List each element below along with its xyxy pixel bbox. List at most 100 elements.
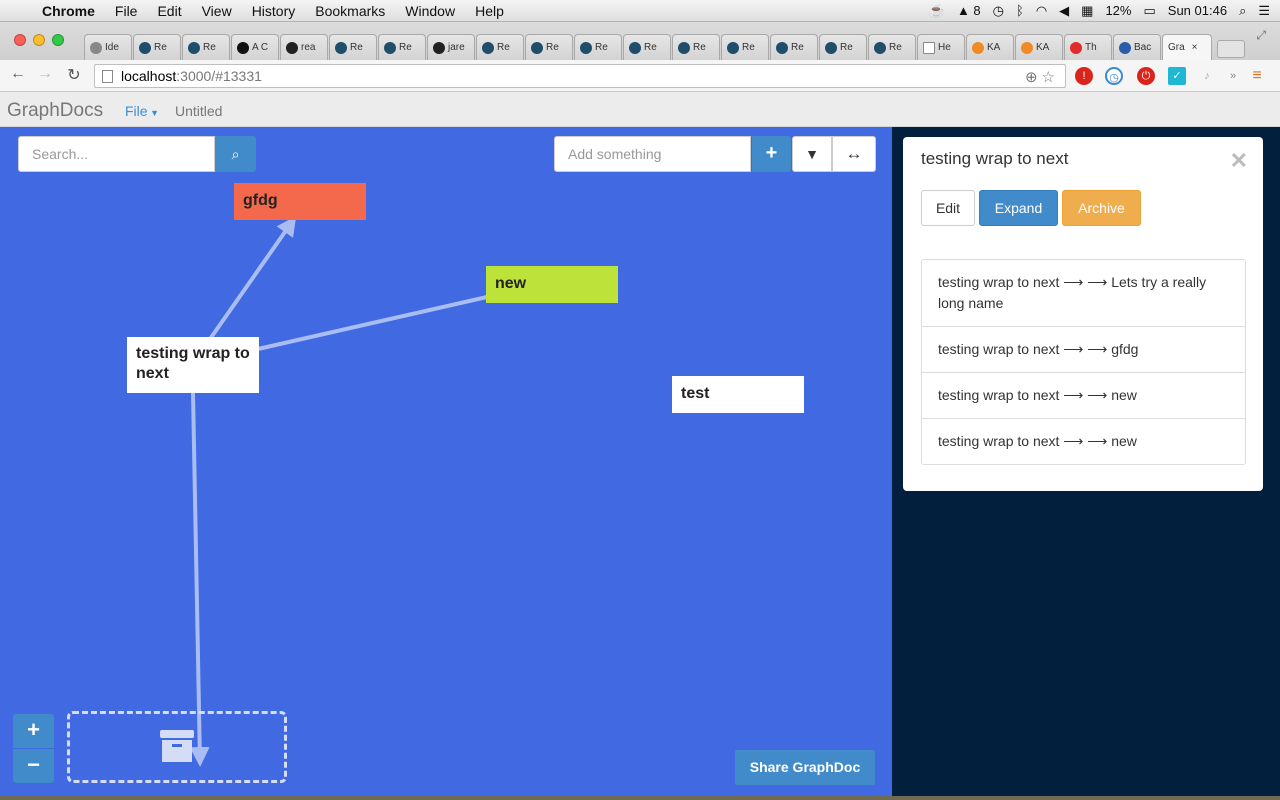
browser-tab[interactable]: Re — [672, 34, 720, 60]
browser-tab[interactable]: rea — [280, 34, 328, 60]
menu-app-name[interactable]: Chrome — [40, 3, 105, 19]
search-button[interactable]: ⌕ — [215, 136, 256, 172]
search-input[interactable]: Search... — [18, 136, 215, 172]
browser-tab-label: Th — [1085, 42, 1097, 53]
time-machine-icon[interactable]: ◷ — [993, 3, 1004, 19]
browser-tab[interactable]: Th — [1064, 34, 1112, 60]
bell-icon[interactable]: ♪ — [1198, 67, 1216, 85]
browser-tab[interactable]: jare — [427, 34, 475, 60]
keyboard-icon[interactable]: ▦ — [1081, 3, 1093, 19]
edge-testing-archive[interactable] — [189, 392, 210, 767]
browser-tab[interactable]: Re — [525, 34, 573, 60]
adobe-icon[interactable]: ▲ 8 — [957, 3, 981, 18]
menu-window[interactable]: Window — [395, 3, 465, 19]
list-item[interactable]: testing wrap to next ⟶ ⟶ gfdg — [922, 326, 1245, 372]
browser-tab[interactable]: Re — [721, 34, 769, 60]
browser-tab[interactable]: Re — [133, 34, 181, 60]
bookmark-star-icon[interactable]: ☆ — [1042, 67, 1055, 89]
menu-edit[interactable]: Edit — [147, 3, 191, 19]
menu-bookmarks[interactable]: Bookmarks — [305, 3, 395, 19]
reload-icon[interactable]: ↻ — [63, 65, 85, 85]
browser-tab[interactable]: Re — [868, 34, 916, 60]
add-node-input[interactable]: Add something — [554, 136, 751, 172]
browser-tab[interactable]: Re — [623, 34, 671, 60]
wifi-icon[interactable]: ◠ — [1036, 3, 1047, 19]
clock[interactable]: Sun 01:46 — [1168, 3, 1227, 18]
graph-canvas[interactable]: Search... ⌕ Add something + ▼ ↔ gfdg new… — [0, 127, 892, 796]
zoom-in-button[interactable]: + — [13, 714, 54, 748]
browser-tab-label: KA — [987, 42, 1001, 53]
extension-power-icon[interactable]: ⏻ — [1137, 67, 1155, 85]
browser-tab-active[interactable]: Gra × — [1162, 34, 1212, 60]
zoom-icon[interactable]: ⊕ — [1025, 67, 1038, 89]
list-item[interactable]: testing wrap to next ⟶ ⟶ Lets try a real… — [922, 260, 1245, 326]
extension-timer-icon[interactable]: ◷ — [1105, 67, 1123, 85]
browser-tab[interactable]: KA — [966, 34, 1014, 60]
graph-node-gfdg[interactable]: gfdg — [234, 183, 366, 220]
browser-tab[interactable]: Re — [770, 34, 818, 60]
url-path: :3000/#13331 — [176, 68, 262, 84]
archive-button[interactable]: Archive — [1062, 190, 1141, 226]
notification-center-icon[interactable]: ☰ — [1258, 3, 1270, 19]
back-icon[interactable]: ← — [7, 65, 29, 83]
spotlight-icon[interactable]: ⌕ — [1239, 3, 1246, 19]
browser-tab[interactable]: Re — [819, 34, 867, 60]
graph-node-test[interactable]: test — [672, 376, 804, 413]
filter-button[interactable]: ▼ — [792, 136, 832, 172]
browser-tab[interactable]: Re — [574, 34, 622, 60]
archive-drop-zone[interactable] — [67, 711, 287, 783]
brand-logo[interactable]: GraphDocs — [7, 100, 103, 122]
chrome-menu-icon[interactable]: ≡ — [1248, 67, 1266, 85]
graph-node-testing-wrap[interactable]: testing wrap to next — [127, 337, 259, 393]
fullscreen-icon[interactable]: ⤢ — [1256, 28, 1266, 43]
overflow-chevron-icon[interactable]: » — [1224, 67, 1242, 85]
browser-tab[interactable]: Ide — [84, 34, 132, 60]
expand-button[interactable]: Expand — [979, 190, 1058, 226]
extension-check-icon[interactable]: ✓ — [1168, 67, 1186, 85]
menu-help[interactable]: Help — [465, 3, 514, 19]
edit-button[interactable]: Edit — [921, 190, 975, 226]
list-item[interactable]: testing wrap to next ⟶ ⟶ new — [922, 418, 1245, 464]
list-item[interactable]: testing wrap to next ⟶ ⟶ new — [922, 372, 1245, 418]
google-icon — [90, 41, 102, 54]
browser-tab[interactable]: He — [917, 34, 965, 60]
edge-testing-gfdg[interactable] — [208, 215, 297, 341]
browser-tab[interactable]: Re — [329, 34, 377, 60]
coffee-icon[interactable]: ☕ — [929, 3, 945, 19]
close-window-button[interactable] — [14, 34, 26, 46]
browser-tab[interactable]: Re — [476, 34, 524, 60]
browser-tab-label: Re — [595, 42, 608, 53]
browser-tab[interactable]: KA — [1015, 34, 1063, 60]
browser-tab[interactable]: A C — [231, 34, 279, 60]
react-icon — [874, 41, 886, 54]
browser-tab[interactable]: Bac — [1113, 34, 1161, 60]
graph-node-new[interactable]: new — [486, 266, 618, 303]
document-title[interactable]: Untitled — [175, 103, 222, 119]
browser-tab[interactable]: Re — [182, 34, 230, 60]
file-menu[interactable]: File ▼ — [125, 103, 159, 119]
volume-icon[interactable]: ◀ — [1059, 3, 1069, 19]
edge-testing-new[interactable] — [257, 295, 488, 351]
extension-adblock-icon[interactable]: ! — [1075, 67, 1093, 85]
layout-button[interactable]: ↔ — [832, 136, 876, 172]
browser-tab-label: Re — [644, 42, 657, 53]
bluetooth-icon[interactable]: ᛒ — [1016, 3, 1024, 18]
browser-tab[interactable]: Re — [378, 34, 426, 60]
zoom-window-button[interactable] — [52, 34, 64, 46]
forward-icon[interactable]: → — [34, 65, 56, 83]
menu-history[interactable]: History — [242, 3, 306, 19]
minimize-window-button[interactable] — [33, 34, 45, 46]
zoom-out-button[interactable]: − — [13, 749, 54, 783]
browser-tab-label: He — [938, 42, 951, 53]
add-node-button[interactable]: + — [752, 136, 791, 172]
close-icon[interactable]: ✕ — [1230, 148, 1248, 174]
battery-label[interactable]: 12% — [1105, 3, 1131, 18]
graph-edges — [189, 215, 488, 767]
new-tab-button[interactable] — [1217, 40, 1245, 58]
menu-view[interactable]: View — [192, 3, 242, 19]
menu-file[interactable]: File — [105, 3, 148, 19]
share-graphdoc-button[interactable]: Share GraphDoc — [735, 750, 875, 785]
tab-close-icon[interactable]: × — [1192, 42, 1198, 53]
address-bar[interactable]: localhost:3000/#13331 ⊕ ☆ — [94, 64, 1066, 88]
khan-icon — [972, 41, 984, 54]
